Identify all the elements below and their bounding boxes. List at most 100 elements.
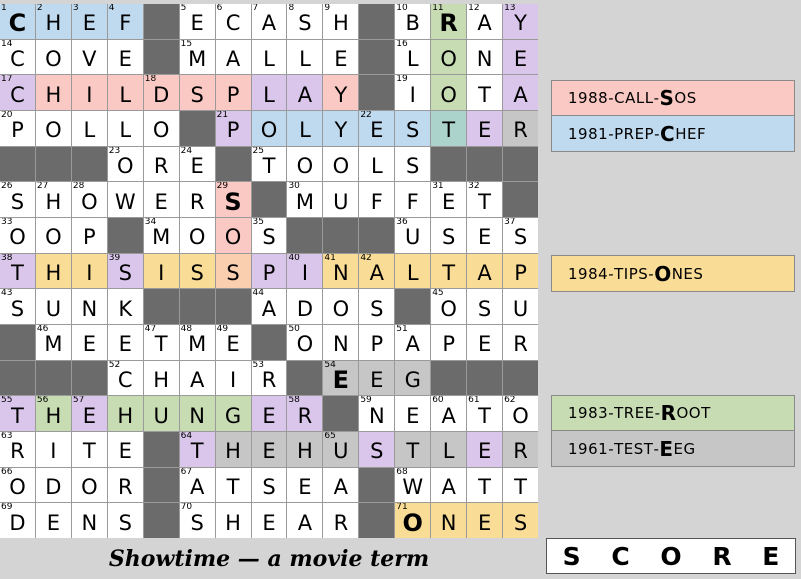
grid-cell[interactable]: P — [71, 218, 107, 253]
grid-cell[interactable]: U — [503, 289, 538, 324]
grid-cell[interactable]: 42 A — [359, 253, 395, 289]
grid-cell[interactable]: 67 A — [179, 467, 215, 503]
grid-cell[interactable]: Y — [323, 111, 359, 146]
grid-cell[interactable]: V — [71, 39, 107, 75]
grid-cell[interactable]: T — [431, 253, 467, 289]
grid-cell[interactable]: 41 N — [323, 253, 359, 289]
grid-cell[interactable]: N — [179, 396, 215, 431]
grid-cell[interactable]: N — [431, 503, 467, 538]
grid-cell[interactable]: L — [107, 111, 143, 146]
grid-cell[interactable]: E — [467, 432, 503, 467]
grid-cell[interactable]: 4F — [107, 4, 143, 39]
grid-cell[interactable]: H — [143, 360, 179, 396]
grid-cell[interactable]: A — [215, 39, 251, 75]
grid-cell[interactable]: E — [467, 111, 503, 146]
grid-cell[interactable]: S — [503, 503, 538, 538]
grid-cell[interactable]: 20 P — [0, 111, 35, 146]
grid-cell[interactable]: 49 E — [215, 325, 251, 360]
grid-cell[interactable]: 59 N — [359, 396, 395, 431]
grid-cell[interactable]: F — [359, 182, 395, 217]
grid-cell[interactable]: F — [395, 182, 431, 217]
grid-cell[interactable]: 19 I — [395, 75, 431, 110]
grid-cell[interactable]: O — [323, 146, 359, 182]
grid-cell[interactable]: L — [71, 111, 107, 146]
grid-cell[interactable]: 31 E — [431, 182, 467, 217]
grid-cell[interactable]: K — [107, 289, 143, 324]
clue-row[interactable]: 1984 - TIPS - O NES — [552, 256, 794, 291]
grid-cell[interactable]: 47 T — [143, 325, 179, 360]
grid-cell[interactable]: W — [107, 182, 143, 217]
grid-cell[interactable]: E — [467, 218, 503, 253]
grid-cell[interactable]: E — [107, 432, 143, 467]
grid-cell[interactable]: E — [323, 39, 359, 75]
grid-cell[interactable]: 36 U — [395, 218, 431, 253]
grid-cell[interactable]: 5E — [179, 4, 215, 39]
grid-cell[interactable]: R — [179, 182, 215, 217]
grid-cell[interactable]: 24 E — [179, 146, 215, 182]
grid-cell[interactable]: 40 I — [287, 253, 323, 289]
grid-cell[interactable]: L — [107, 75, 143, 110]
grid-cell[interactable]: 23 O — [107, 146, 143, 182]
grid-cell[interactable]: I — [35, 432, 71, 467]
grid-cell[interactable]: A — [179, 360, 215, 396]
grid-cell[interactable]: P — [359, 325, 395, 360]
grid-cell[interactable]: N — [323, 325, 359, 360]
grid-cell[interactable]: E — [35, 503, 71, 538]
grid-cell[interactable]: O — [35, 218, 71, 253]
grid-cell[interactable]: 57 E — [71, 396, 107, 431]
grid-cell[interactable]: T — [215, 467, 251, 503]
grid-cell[interactable]: R — [107, 467, 143, 503]
grid-cell[interactable]: T — [395, 432, 431, 467]
grid-cell[interactable]: O — [215, 218, 251, 253]
grid-cell[interactable]: 22 E — [359, 111, 395, 146]
grid-cell[interactable]: S — [107, 503, 143, 538]
grid-cell[interactable]: T — [467, 467, 503, 503]
grid-cell[interactable]: L — [251, 75, 287, 110]
grid-cell[interactable]: 62 O — [503, 396, 538, 431]
grid-cell[interactable]: 12 A — [467, 4, 503, 39]
grid-cell[interactable]: E — [71, 325, 107, 360]
grid-cell[interactable]: T — [503, 467, 538, 503]
grid-cell[interactable]: U — [35, 289, 71, 324]
grid-cell[interactable]: 1C — [0, 4, 35, 39]
grid-cell[interactable]: 14 C — [0, 39, 35, 75]
grid-cell[interactable]: 48 M — [179, 325, 215, 360]
grid-cell[interactable]: 6C — [215, 4, 251, 39]
grid-cell[interactable]: S — [359, 432, 395, 467]
grid-cell[interactable]: 33 O — [0, 218, 35, 253]
clue-row[interactable]: 1988 - CALL - S OS — [552, 81, 794, 116]
grid-cell[interactable]: A — [431, 467, 467, 503]
grid-cell[interactable]: 28 O — [71, 182, 107, 217]
grid-cell[interactable]: L — [431, 432, 467, 467]
grid-cell[interactable]: I — [71, 75, 107, 110]
grid-cell[interactable]: 69 D — [0, 503, 35, 538]
grid-cell[interactable]: H — [35, 253, 71, 289]
grid-cell[interactable]: E — [143, 182, 179, 217]
grid-cell[interactable]: 18 D — [143, 75, 179, 110]
grid-cell[interactable]: O — [431, 75, 467, 110]
grid-cell[interactable]: 10 B — [395, 4, 431, 39]
grid-cell[interactable]: D — [287, 289, 323, 324]
grid-cell[interactable]: H — [107, 396, 143, 431]
grid-cell[interactable]: 65 U — [323, 432, 359, 467]
grid-cell[interactable]: P — [215, 75, 251, 110]
grid-cell[interactable]: 16 L — [395, 39, 431, 75]
grid-cell[interactable]: E — [287, 467, 323, 503]
grid-cell[interactable]: P — [251, 253, 287, 289]
grid-cell[interactable]: 15 M — [179, 39, 215, 75]
grid-cell[interactable]: E — [359, 360, 395, 396]
grid-cell[interactable]: 46 M — [35, 325, 71, 360]
grid-cell[interactable]: R — [503, 432, 538, 467]
grid-cell[interactable]: 26 S — [0, 182, 35, 217]
grid-cell[interactable]: O — [35, 111, 71, 146]
grid-cell[interactable]: 44 A — [251, 289, 287, 324]
grid-cell[interactable]: 8S — [287, 4, 323, 39]
score-box[interactable]: S C O R E — [546, 538, 796, 574]
grid-cell[interactable]: H — [35, 75, 71, 110]
grid-cell[interactable]: S — [359, 289, 395, 324]
grid-cell[interactable]: 50 O — [287, 325, 323, 360]
grid-cell[interactable]: O — [71, 467, 107, 503]
clue-row[interactable]: 1983 - TREE - R OOT — [552, 396, 794, 431]
grid-cell[interactable]: L — [251, 39, 287, 75]
grid-cell[interactable]: 32 T — [467, 182, 503, 217]
